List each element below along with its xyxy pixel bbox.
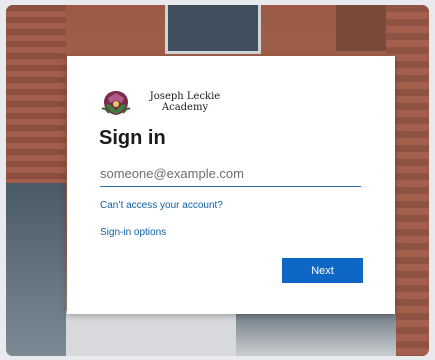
next-button[interactable]: Next — [282, 258, 363, 283]
background-glass-right — [236, 311, 396, 356]
organization-name-line2: Academy — [161, 102, 209, 113]
organization-name-line1: Joseph Leckie — [149, 91, 221, 102]
signin-options-link[interactable]: Sign-in options — [100, 227, 166, 238]
crest-icon — [101, 91, 131, 115]
organization-name: Joseph Leckie Academy — [140, 91, 230, 113]
background-ground — [66, 311, 236, 356]
signin-card: Joseph Leckie Academy Sign in Can’t acce… — [67, 56, 395, 314]
page-title: Sign in — [99, 127, 166, 149]
background-wall-top-right — [336, 5, 386, 51]
email-input[interactable] — [100, 163, 361, 187]
background-glass-left — [6, 183, 66, 356]
cant-access-account-link[interactable]: Can’t access your account? — [100, 200, 223, 211]
background-frame: Joseph Leckie Academy Sign in Can’t acce… — [6, 5, 429, 356]
background-window-top — [165, 5, 261, 54]
